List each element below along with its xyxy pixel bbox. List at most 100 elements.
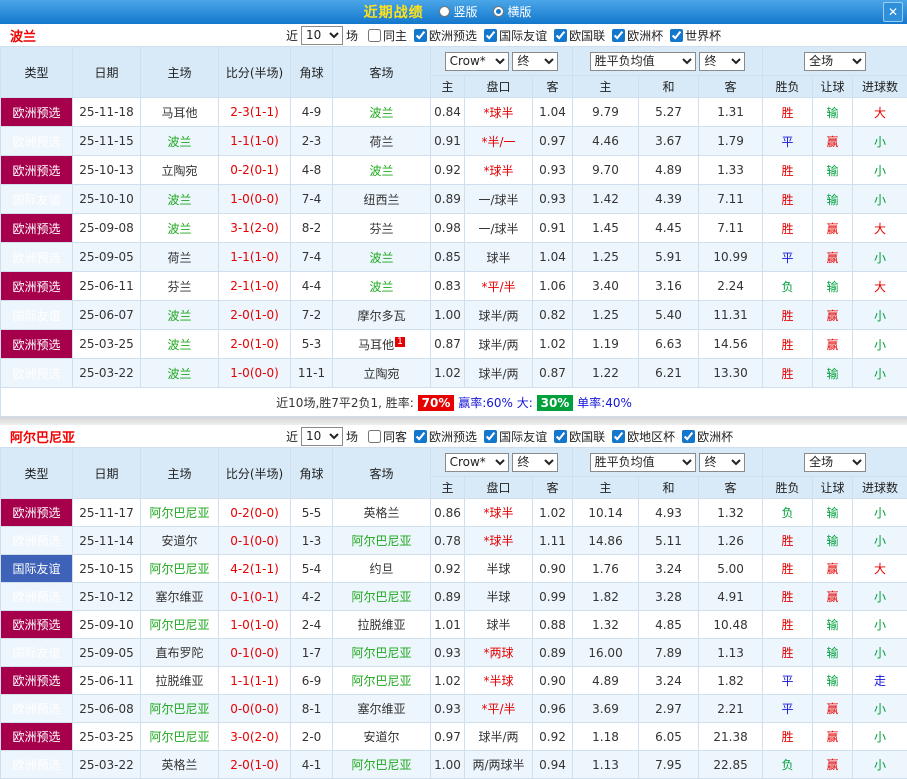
match-row: 欧洲预选25-09-10阿尔巴尼亚1-0(1-0)2-4拉脱维亚1.01球半0.…	[1, 611, 907, 639]
checkbox-input[interactable]	[414, 430, 427, 443]
away-team-cell: 波兰	[333, 156, 431, 185]
checkbox-label: 国际友谊	[499, 27, 547, 44]
checkbox-input[interactable]	[368, 29, 381, 42]
filter-checkbox-0-4[interactable]: 欧洲杯	[612, 27, 663, 44]
handicap-result-cell: 赢	[813, 127, 853, 156]
filter-checkbox-1-0[interactable]: 同客	[368, 428, 407, 445]
handicap-result-cell: 输	[813, 639, 853, 667]
match-type-cell: 欧洲预选	[1, 695, 73, 723]
corner-cell: 5-4	[291, 555, 333, 583]
match-type-cell: 欧洲预选	[1, 127, 73, 156]
odds-stage-select[interactable]: 终	[512, 453, 558, 472]
avg-home-odds-cell: 10.14	[573, 499, 639, 527]
goals-result-cell: 小	[853, 583, 907, 611]
avg-home-odds-cell: 3.40	[573, 272, 639, 301]
score-cell: 0-2(0-0)	[219, 499, 291, 527]
handicap-result-cell: 输	[813, 98, 853, 127]
checkbox-input[interactable]	[670, 29, 683, 42]
checkbox-input[interactable]	[554, 29, 567, 42]
match-date-cell: 25-09-10	[73, 611, 141, 639]
checkbox-input[interactable]	[484, 430, 497, 443]
checkbox-label: 欧洲杯	[627, 27, 663, 44]
filter-checkbox-1-1[interactable]: 欧洲预选	[414, 428, 477, 445]
odds-group-header: Crow* 终	[431, 448, 573, 477]
score-cell: 4-2(1-1)	[219, 555, 291, 583]
full-match-select[interactable]: 全场	[804, 453, 866, 472]
team-name: 阿尔巴尼亚	[10, 427, 75, 446]
checkbox-label: 同客	[383, 428, 407, 445]
avg-draw-odds-cell: 3.67	[639, 127, 699, 156]
games-label: 场	[346, 428, 358, 445]
handicap-odds-home-cell: 1.02	[431, 667, 465, 695]
avg-home-odds-cell: 1.45	[573, 214, 639, 243]
filter-checkbox-1-2[interactable]: 国际友谊	[484, 428, 547, 445]
match-type-cell: 欧洲预选	[1, 527, 73, 555]
corner-cell: 8-1	[291, 695, 333, 723]
col-header-type: 类型	[1, 448, 73, 499]
col-header-corner: 角球	[291, 47, 333, 98]
handicap-line-cell: *半/一	[465, 127, 533, 156]
corner-cell: 2-3	[291, 127, 333, 156]
odds-stage-select[interactable]: 终	[512, 52, 558, 71]
titlebar-center: 近期战绩 竖版 横版	[364, 2, 544, 22]
match-type-cell: 欧洲预选	[1, 330, 73, 359]
avg-away-odds-cell: 2.21	[699, 695, 763, 723]
home-team-cell: 马耳他	[141, 98, 219, 127]
match-row: 欧洲预选25-03-22英格兰2-0(1-0)4-1阿尔巴尼亚1.00两/两球半…	[1, 751, 907, 779]
full-match-select[interactable]: 全场	[804, 52, 866, 71]
checkbox-input[interactable]	[682, 430, 695, 443]
match-date-cell: 25-10-15	[73, 555, 141, 583]
match-row: 欧洲预选25-03-22波兰1-0(0-0)11-1立陶宛1.02球半/两0.8…	[1, 359, 907, 388]
match-row: 欧洲预选25-06-11芬兰2-1(1-0)4-4波兰0.83*平/半1.063…	[1, 272, 907, 301]
bookmaker-select[interactable]: Crow*	[445, 52, 509, 71]
avg-draw-odds-cell: 4.93	[639, 499, 699, 527]
match-date-cell: 25-11-17	[73, 499, 141, 527]
checkbox-input[interactable]	[612, 430, 625, 443]
home-team-cell: 波兰	[141, 214, 219, 243]
filter-checkbox-1-4[interactable]: 欧地区杯	[612, 428, 675, 445]
avg-draw-odds-cell: 5.91	[639, 243, 699, 272]
corner-cell: 2-0	[291, 723, 333, 751]
avg-stage-select[interactable]: 终	[699, 453, 745, 472]
col-header-score: 比分(半场)	[219, 47, 291, 98]
away-team-cell: 英格兰	[333, 499, 431, 527]
col-header-away: 客场	[333, 47, 431, 98]
filter-checkbox-1-3[interactable]: 欧国联	[554, 428, 605, 445]
goals-result-cell: 小	[853, 185, 907, 214]
match-date-cell: 25-06-08	[73, 695, 141, 723]
handicap-line-cell: *平/半	[465, 695, 533, 723]
match-count-select[interactable]: 10	[301, 427, 343, 446]
full-group-header: 全场	[763, 47, 907, 76]
avg-select[interactable]: 胜平负均值	[590, 52, 696, 71]
checkbox-input[interactable]	[612, 29, 625, 42]
filter-checkbox-0-5[interactable]: 世界杯	[670, 27, 721, 44]
avg-away-odds-cell: 11.31	[699, 301, 763, 330]
layout-radio-horizontal[interactable]: 横版	[493, 3, 531, 20]
score-cell: 2-0(1-0)	[219, 301, 291, 330]
filter-checkbox-0-2[interactable]: 国际友谊	[484, 27, 547, 44]
bookmaker-select[interactable]: Crow*	[445, 453, 509, 472]
checkbox-input[interactable]	[414, 29, 427, 42]
away-team-cell: 安道尔	[333, 723, 431, 751]
checkbox-label: 欧洲预选	[429, 428, 477, 445]
avg-select[interactable]: 胜平负均值	[590, 453, 696, 472]
checkbox-input[interactable]	[554, 430, 567, 443]
filter-checkbox-1-5[interactable]: 欧洲杯	[682, 428, 733, 445]
close-button[interactable]: ✕	[883, 2, 903, 22]
handicap-odds-home-cell: 0.92	[431, 555, 465, 583]
checkbox-input[interactable]	[484, 29, 497, 42]
checkbox-input[interactable]	[368, 430, 381, 443]
avg-stage-select[interactable]: 终	[699, 52, 745, 71]
away-team-cell: 波兰	[333, 272, 431, 301]
corner-cell: 7-4	[291, 185, 333, 214]
handicap-odds-away-cell: 0.90	[533, 555, 573, 583]
match-type-cell: 欧洲预选	[1, 611, 73, 639]
col-header-date: 日期	[73, 448, 141, 499]
filter-checkbox-0-1[interactable]: 欧洲预选	[414, 27, 477, 44]
filter-checkbox-0-0[interactable]: 同主	[368, 27, 407, 44]
avg-away-odds-cell: 1.32	[699, 499, 763, 527]
filter-checkbox-0-3[interactable]: 欧国联	[554, 27, 605, 44]
home-team-cell: 波兰	[141, 330, 219, 359]
layout-radio-vertical[interactable]: 竖版	[439, 3, 477, 20]
match-count-select[interactable]: 10	[301, 26, 343, 45]
